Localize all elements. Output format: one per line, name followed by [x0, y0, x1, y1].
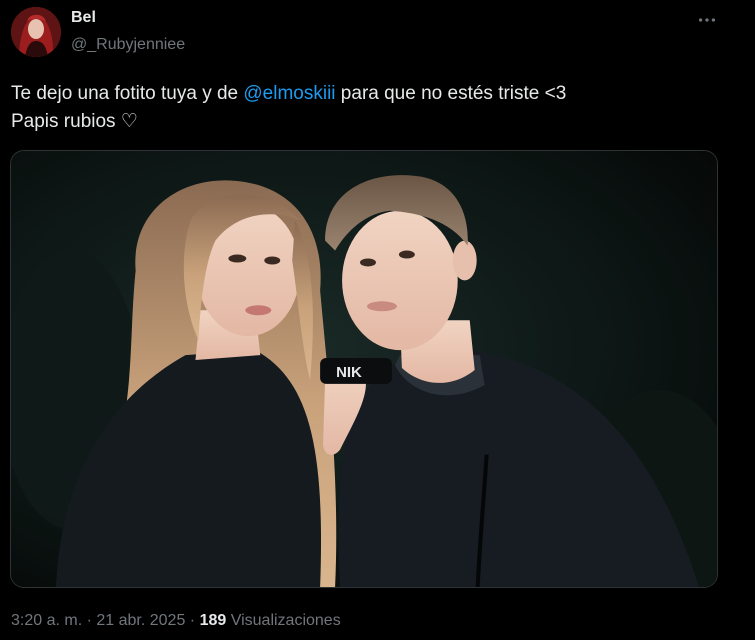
tweet-text-line-1: Te dejo una fotito tuya y de @elmoskiii …: [11, 80, 731, 108]
more-options-button[interactable]: [690, 8, 724, 32]
author-display-name[interactable]: Bel: [71, 9, 96, 27]
views-label: Visualizaciones: [226, 612, 341, 629]
tweet: Bel @_Rubyjenniee Te dejo una fotito tuy…: [0, 0, 755, 640]
meta-separator-2: ·: [185, 612, 200, 629]
tweet-text-before-mention: Te dejo una fotito tuya y de: [11, 83, 244, 104]
tweet-text: Te dejo una fotito tuya y de @elmoskiii …: [11, 80, 731, 136]
tweet-text-after-mention: para que no estés triste <3: [335, 83, 567, 104]
author-handle[interactable]: @_Rubyjenniee: [71, 36, 185, 54]
tweet-text-line-2: Papis rubios ♡: [11, 111, 138, 132]
tweet-photo[interactable]: NIK: [10, 150, 718, 588]
mention-link[interactable]: @elmoskiii: [243, 83, 335, 104]
meta-separator: ·: [82, 612, 97, 629]
views-count: 189: [199, 612, 227, 629]
avatar[interactable]: [11, 7, 61, 57]
tweet-time-link[interactable]: 3:20 a. m.: [11, 612, 82, 629]
more-horizontal-icon: [698, 18, 716, 22]
photo-image: NIK: [11, 151, 717, 587]
tweet-meta: 3:20 a. m. · 21 abr. 2025 · 189 Visualiz…: [11, 612, 341, 630]
tweet-date-link[interactable]: 21 abr. 2025: [96, 612, 185, 629]
avatar-image: [11, 7, 61, 57]
shirt-print-text: NIK: [336, 364, 362, 381]
